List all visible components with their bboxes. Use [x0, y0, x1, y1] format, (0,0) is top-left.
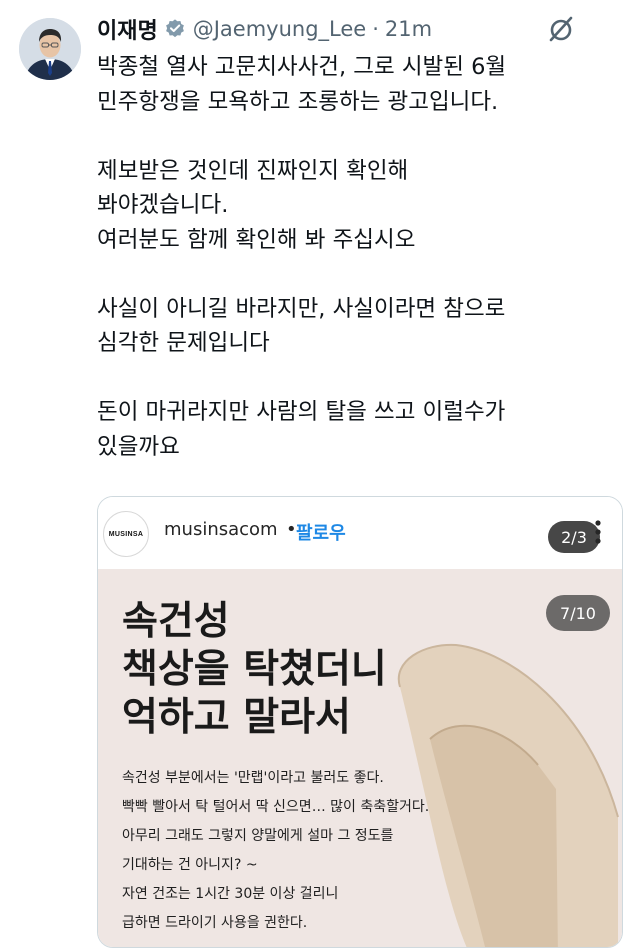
- tweet-text-blank-line: [97, 119, 617, 154]
- tweet-text-line: 여러분도 함께 확인해 봐 주십시오: [97, 226, 416, 253]
- slide-counter: 7/10: [546, 595, 610, 631]
- tweet-text-line: 봐야겠습니다.: [97, 192, 229, 218]
- author-name[interactable]: 이재명: [97, 13, 158, 45]
- caption: 속건성 부분에서는 '만랩'이라고 불러도 좋다. 빡빡 빨아서 탁 털어서 딱…: [122, 764, 502, 944]
- tweet-text-line: 심각한 문제입니다: [97, 330, 270, 356]
- tweet-text-line: 민주항쟁을 모욕하고 조롱하는 광고입니다.: [97, 88, 499, 115]
- caption-line: 급하면 드라이기 사용을 권한다.: [122, 915, 308, 931]
- tweet-text-line: 있을까요: [97, 433, 180, 460]
- headline-line: 속건성: [122, 599, 230, 644]
- author-handle[interactable]: @Jaemyung_Lee: [193, 17, 367, 41]
- caption-line: 자연 건조는 1시간 30분 이상 걸리니: [122, 886, 339, 902]
- verified-badge-icon: [164, 18, 186, 40]
- tweet-text-blank-line: [97, 361, 617, 396]
- more-vertical-icon[interactable]: [588, 515, 608, 549]
- media-card[interactable]: MUSINSA musinsacom • 팔로우 2/3 7/10 속건성 책상…: [97, 496, 623, 948]
- ad-image: 7/10 속건성 책상을 탁쳤더니 억하고 말라서 속건성 부분에서는 '만랩'…: [98, 569, 622, 947]
- carousel-counter-text: 2/3: [561, 527, 587, 547]
- tweet-text-blank-line: [97, 257, 617, 292]
- caption-line: 아무리 그래도 그렇지 양말에게 설마 그 정도를: [122, 828, 394, 844]
- tweet-header: 이재명 @Jaemyung_Lee · 21m: [97, 12, 577, 46]
- timestamp[interactable]: 21m: [385, 17, 432, 41]
- avatar[interactable]: [19, 18, 81, 80]
- caption-line: 빡빡 빨아서 탁 털어서 딱 신으면… 많이 축축할거다.: [122, 799, 430, 815]
- logo-text: MUSINSA: [108, 530, 144, 538]
- mute-icon[interactable]: [546, 14, 576, 44]
- separator-dot: ·: [372, 17, 379, 41]
- caption-line: 속건성 부분에서는 '만랩'이라고 불러도 좋다.: [122, 770, 384, 786]
- account-name[interactable]: musinsacom: [164, 519, 278, 540]
- tweet-text-line: 박종철 열사 고문치사사건, 그로 시발된 6월: [97, 54, 507, 80]
- headline: 속건성 책상을 탁쳤더니 억하고 말라서: [122, 599, 422, 740]
- slide-counter-text: 7/10: [560, 603, 596, 623]
- tweet-text: 박종철 열사 고문치사사건, 그로 시발된 6월민주항쟁을 모욕하고 조롱하는 …: [97, 50, 617, 464]
- caption-line: 기대하는 건 아니지? ~: [122, 857, 258, 873]
- tweet-text-line: 돈이 마귀라지만 사람의 탈을 쓰고 이럴수가: [97, 399, 506, 425]
- headline-line: 책상을 탁쳤더니: [122, 647, 387, 692]
- tweet-text-line: 사실이 아니길 바라지만, 사실이라면 참으로: [97, 295, 506, 322]
- tweet-text-line: 제보받은 것인데 진짜인지 확인해: [97, 157, 409, 184]
- instagram-post-header: MUSINSA musinsacom • 팔로우 2/3: [98, 497, 622, 569]
- headline-line: 억하고 말라서: [122, 695, 351, 740]
- avatar-portrait: [19, 18, 81, 80]
- follow-button[interactable]: 팔로우: [296, 519, 346, 545]
- musinsa-logo[interactable]: MUSINSA: [103, 511, 149, 557]
